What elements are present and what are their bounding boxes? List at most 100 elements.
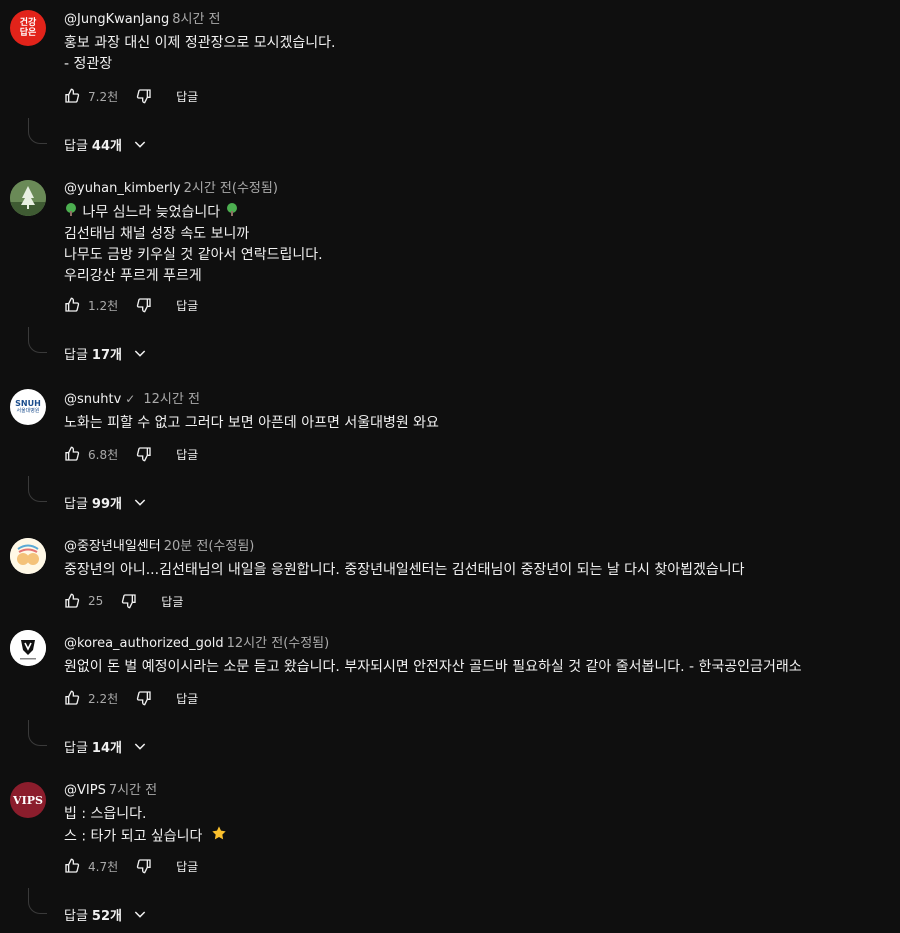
comment-line: 스 : 타가 되고 싶습니다 (64, 825, 890, 848)
comment-line: 홍보 과장 대신 이제 정관장으로 모시겠습니다. (64, 35, 336, 51)
comment-line: 김선태님 채널 성장 속도 보니까 (64, 225, 250, 242)
comment-thread: @korea_authorized_gold 12시간 전(수정됨) 원없이 돈 … (0, 622, 900, 767)
like-icon[interactable] (62, 856, 82, 876)
comment-text: 빕 : 스읍니다. 스 : 타가 되고 싶습니다 (64, 804, 890, 848)
comment-time[interactable]: 8시간 전 (172, 12, 220, 27)
reply-button[interactable]: 답글 (176, 858, 198, 875)
replies-label: 답글 (64, 347, 88, 363)
replies-count: 99개 (91, 496, 122, 512)
chevron-down-icon[interactable] (132, 738, 148, 754)
avatar[interactable]: VIPS (10, 782, 46, 818)
avatar[interactable] (10, 630, 46, 666)
avatar-logo-text: 건강 (19, 18, 37, 28)
like-count: 4.7천 (88, 859, 119, 874)
chevron-down-icon[interactable] (132, 136, 148, 152)
replies-label: 답글 (64, 908, 88, 924)
thread-line (28, 327, 47, 353)
replies-count: 52개 (91, 908, 122, 924)
avatar[interactable] (10, 180, 46, 216)
thread-line (28, 888, 47, 914)
comment-thread: @yuhan_kimberly 2시간 전(수정됨) 나무 심느라 늦었습니다 김… (0, 170, 900, 380)
comment-author[interactable]: @JungKwanJang (64, 12, 169, 27)
comment-line: 원없이 돈 벌 예정이시라는 소문 듣고 왔습니다. 부자되시면 안전자산 골드… (64, 659, 802, 675)
like-count: 6.8천 (88, 447, 119, 462)
like-count: 1.2천 (88, 298, 119, 313)
star-emoji-icon (211, 825, 227, 848)
tree-logo-icon (10, 180, 46, 216)
like-icon[interactable] (62, 591, 82, 611)
dislike-icon[interactable] (134, 86, 154, 106)
replies-label: 답글 (64, 740, 88, 756)
comment-text: 노화는 피할 수 없고 그러다 보면 아픈데 아프면 서울대병원 와요 (64, 413, 890, 434)
tree-emoji-icon (225, 202, 239, 223)
comment-line: 중장년의 아니...김선태님의 내일을 응원합니다. 중장년내일센터는 김선태님… (64, 562, 745, 578)
comment-time[interactable]: 12시간 전(수정됨) (227, 636, 330, 651)
avatar-logo-text: 서울대병원 (16, 408, 40, 414)
thread-line (28, 720, 47, 746)
view-replies-button[interactable]: 답글 14개 (64, 736, 148, 756)
comment-thread: VIPS @VIPS 7시간 전 빕 : 스읍니다. 스 : 타가 되고 싶습니다… (0, 767, 900, 933)
avatar-logo-text: VIPS (13, 793, 43, 807)
dislike-icon[interactable] (119, 591, 139, 611)
comment-time[interactable]: 2시간 전(수정됨) (184, 181, 278, 196)
thread-line (28, 476, 47, 502)
reply-button[interactable]: 답글 (176, 88, 198, 105)
comment-text: 중장년의 아니...김선태님의 내일을 응원합니다. 중장년내일센터는 김선태님… (64, 560, 890, 581)
comment-author[interactable]: @VIPS (64, 783, 106, 798)
comment-line: 나무도 금방 키우실 것 같아서 연락드립니다. (64, 246, 323, 263)
verified-icon: ✓ (125, 392, 136, 406)
reply-button[interactable]: 답글 (161, 593, 183, 610)
reply-button[interactable]: 답글 (176, 690, 198, 707)
comment-line: 노화는 피할 수 없고 그러다 보면 아픈데 아프면 서울대병원 와요 (64, 415, 439, 431)
avatar-logo-text: 답은 (19, 28, 37, 38)
replies-label: 답글 (64, 138, 88, 154)
replies-count: 14개 (91, 740, 122, 756)
like-count: 25 (88, 594, 104, 608)
like-icon[interactable] (62, 86, 82, 106)
like-icon[interactable] (62, 444, 82, 464)
replies-label: 답글 (64, 496, 88, 512)
avatar[interactable]: 건강 답은 (10, 10, 46, 46)
tree-emoji-icon (64, 202, 78, 223)
comment-time[interactable]: 12시간 전 (143, 392, 200, 407)
comment-line: 빕 : 스읍니다. (64, 806, 147, 822)
view-replies-button[interactable]: 답글 44개 (64, 134, 148, 154)
center-logo-icon (10, 538, 46, 574)
reply-button[interactable]: 답글 (176, 297, 198, 314)
gold-shield-icon (10, 630, 46, 666)
avatar[interactable]: SNUH 서울대병원 (10, 389, 46, 425)
comment-author[interactable]: @korea_authorized_gold (64, 636, 224, 651)
comment-thread: SNUH 서울대병원 @snuhtv ✓ 12시간 전 노화는 피할 수 없고 그러… (0, 380, 900, 530)
replies-count: 17개 (91, 347, 122, 363)
chevron-down-icon[interactable] (132, 494, 148, 510)
comment-thread: 건강 답은 @JungKwanJang 8시간 전 홍보 과장 대신 이제 정관장… (0, 0, 900, 170)
comment-time[interactable]: 20분 전(수정됨) (164, 539, 255, 554)
view-replies-button[interactable]: 답글 99개 (64, 492, 148, 512)
dislike-icon[interactable] (134, 295, 154, 315)
dislike-icon[interactable] (134, 856, 154, 876)
avatar[interactable] (10, 538, 46, 574)
reply-button[interactable]: 답글 (176, 446, 198, 463)
view-replies-button[interactable]: 답글 52개 (64, 904, 148, 924)
comment-text: 나무 심느라 늦었습니다 김선태님 채널 성장 속도 보니까 나무도 금방 키우… (64, 202, 890, 287)
comment-author[interactable]: @yuhan_kimberly (64, 181, 181, 196)
avatar-logo-text: SNUH (15, 399, 41, 408)
like-count: 2.2천 (88, 691, 119, 706)
dislike-icon[interactable] (134, 444, 154, 464)
comment-author[interactable]: @snuhtv (64, 392, 121, 407)
like-icon[interactable] (62, 295, 82, 315)
comment-time[interactable]: 7시간 전 (109, 783, 157, 798)
chevron-down-icon[interactable] (132, 906, 148, 922)
view-replies-button[interactable]: 답글 17개 (64, 343, 148, 363)
comment-text: 원없이 돈 벌 예정이시라는 소문 듣고 왔습니다. 부자되시면 안전자산 골드… (64, 657, 890, 678)
comment-thread: @중장년내일센터 20분 전(수정됨) 중장년의 아니...김선태님의 내일을 응… (0, 530, 900, 622)
chevron-down-icon[interactable] (132, 345, 148, 361)
comment-text: 홍보 과장 대신 이제 정관장으로 모시겠습니다. - 정관장 (64, 33, 890, 75)
thread-line (28, 118, 47, 144)
like-icon[interactable] (62, 688, 82, 708)
comment-author[interactable]: @중장년내일센터 (64, 539, 161, 554)
comment-line: 우리강산 푸르게 푸르게 (64, 267, 202, 284)
comment-line: - 정관장 (64, 56, 113, 72)
comment-line: 나무 심느라 늦었습니다 (64, 202, 890, 224)
dislike-icon[interactable] (134, 688, 154, 708)
